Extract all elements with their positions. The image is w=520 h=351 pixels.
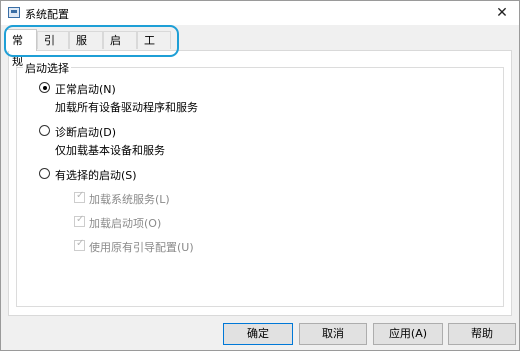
load-system-services-label: 加载系统服务(L) — [89, 193, 170, 206]
load-system-services-checkbox — [74, 190, 85, 203]
load-startup-items-checkbox — [74, 214, 85, 227]
group-label: 启动选择 — [23, 60, 71, 76]
tab-general[interactable]: 常规 — [5, 29, 37, 68]
normal-startup-desc: 加载所有设备驱动程序和服务 — [55, 101, 198, 114]
diagnostic-startup-radio[interactable] — [39, 125, 50, 136]
tab-tools[interactable]: 工具 — [137, 31, 171, 65]
help-button[interactable]: 帮助 — [448, 323, 516, 345]
system-config-app-icon — [8, 7, 20, 18]
apply-button[interactable]: 应用(A) — [373, 323, 443, 345]
selective-startup-radio[interactable] — [39, 168, 50, 179]
use-original-boot-config-checkbox — [74, 238, 85, 251]
tab-services[interactable]: 服务 — [69, 31, 103, 65]
diagnostic-startup-label[interactable]: 诊断启动(D) — [55, 124, 116, 140]
selective-startup-label[interactable]: 有选择的启动(S) — [55, 167, 137, 183]
startup-selection-group: 启动选择 正常启动(N) 加载所有设备驱动程序和服务 诊断启动(D) 仅加载基本… — [16, 60, 504, 307]
cancel-button[interactable]: 取消 — [299, 323, 367, 345]
load-startup-items-label: 加载启动项(O) — [89, 217, 162, 230]
ok-button[interactable]: 确定 — [223, 323, 293, 345]
diagnostic-startup-desc: 仅加载基本设备和服务 — [55, 144, 165, 157]
use-original-boot-config-label: 使用原有引导配置(U) — [89, 241, 194, 254]
normal-startup-label[interactable]: 正常启动(N) — [55, 81, 116, 97]
system-config-window: 系统配置 ✕ 常规 引导 服务 启动 工具 启动选择 正常启动(N) 加载所有设… — [0, 0, 520, 351]
normal-startup-radio[interactable] — [39, 82, 50, 93]
tab-boot[interactable]: 引导 — [37, 31, 69, 65]
tab-strip: 常规 引导 服务 启动 工具 — [5, 29, 185, 68]
window-title: 系统配置 — [25, 8, 69, 21]
close-button[interactable]: ✕ — [485, 1, 519, 25]
title-bar: 系统配置 ✕ — [1, 1, 519, 25]
general-tab-panel: 启动选择 正常启动(N) 加载所有设备驱动程序和服务 诊断启动(D) 仅加载基本… — [8, 50, 512, 316]
tab-startup[interactable]: 启动 — [103, 31, 137, 65]
